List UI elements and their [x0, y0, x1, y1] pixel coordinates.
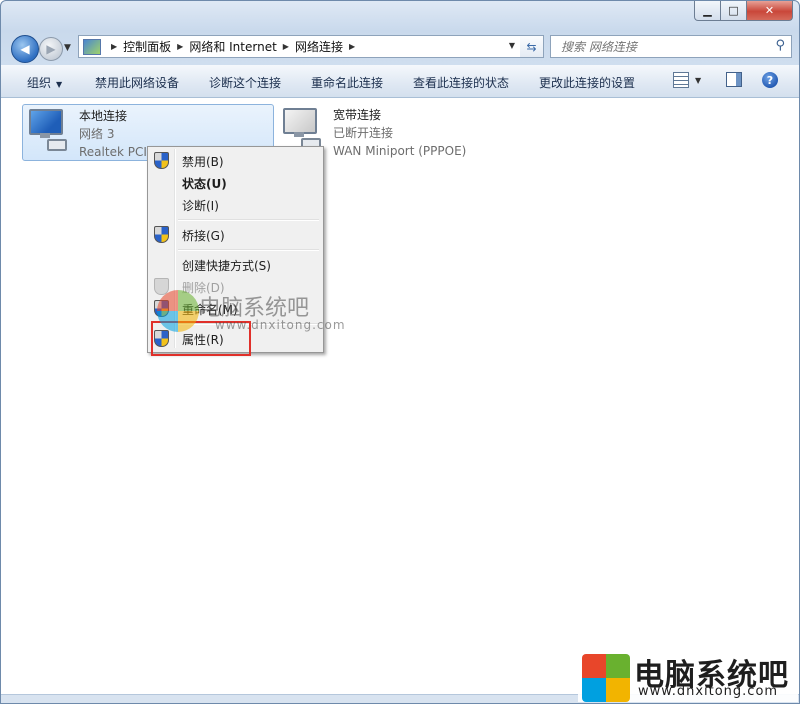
- windows-logo-icon: [582, 654, 630, 702]
- connections-list: 本地连接 网络 3 Realtek PCIe GBE Family C 宽带连接…: [1, 98, 799, 694]
- menu-item-create-shortcut[interactable]: 创建快捷方式(S): [148, 253, 323, 275]
- search-input[interactable]: [559, 38, 763, 55]
- breadcrumb-separator-icon[interactable]: ▶: [283, 42, 289, 51]
- back-arrow-icon: ◀: [20, 42, 30, 56]
- menu-item-label: 状态(U): [182, 177, 227, 191]
- network-adapter-disconnected-icon: [277, 104, 325, 152]
- connection-adapter: WAN Miniport (PPPOE): [333, 144, 467, 158]
- connection-name: 宽带连接: [333, 108, 382, 122]
- breadcrumb-separator-icon[interactable]: ▶: [111, 42, 117, 51]
- back-button[interactable]: ◀: [11, 35, 39, 63]
- search-icon[interactable]: ⚲: [775, 38, 785, 53]
- history-dropdown-icon[interactable]: ▼: [64, 43, 71, 53]
- navigation-bar: ◀ ▶ ▼ ▶ 控制面板 ▶ 网络和 Internet ▶ 网络连接 ▶ ▼ ⇆…: [1, 31, 799, 65]
- chevron-down-icon: ▼: [56, 80, 63, 89]
- breadcrumb-network-internet[interactable]: 网络和 Internet: [189, 38, 276, 55]
- uac-shield-icon: [154, 152, 169, 169]
- menu-separator: [178, 219, 319, 221]
- view-options-icon[interactable]: [673, 72, 689, 88]
- breadcrumb-control-panel[interactable]: 控制面板: [123, 38, 171, 55]
- forward-arrow-icon: ▶: [46, 42, 56, 56]
- breadcrumb-separator-icon[interactable]: ▶: [177, 42, 183, 51]
- breadcrumb-separator-icon[interactable]: ▶: [349, 42, 355, 51]
- preview-pane-icon[interactable]: [726, 72, 742, 87]
- watermark-center: 电脑系统吧 www.dnxitong.com: [157, 288, 357, 338]
- close-button[interactable]: ✕: [747, 1, 793, 21]
- menu-item-bridge[interactable]: 桥接(G): [148, 223, 323, 245]
- disable-device-button[interactable]: 禁用此网络设备: [95, 74, 179, 91]
- menu-separator: [178, 249, 319, 251]
- search-box[interactable]: ⚲: [550, 35, 792, 58]
- change-settings-button[interactable]: 更改此连接的设置: [539, 74, 635, 91]
- help-icon[interactable]: ?: [762, 72, 778, 88]
- menu-item-label: 诊断(I): [182, 199, 219, 213]
- maximize-button[interactable]: □: [721, 1, 747, 21]
- organize-button[interactable]: 组织 ▼: [27, 74, 62, 91]
- diagnose-connection-button[interactable]: 诊断这个连接: [209, 74, 281, 91]
- chevron-down-icon[interactable]: ▼: [695, 76, 701, 85]
- menu-item-disable[interactable]: 禁用(B): [148, 149, 323, 171]
- menu-item-status[interactable]: 状态(U): [148, 171, 323, 193]
- minimize-button[interactable]: ▁: [694, 1, 721, 21]
- forward-button[interactable]: ▶: [39, 37, 63, 61]
- control-panel-icon: [83, 38, 101, 55]
- network-adapter-connected-icon: [23, 105, 71, 153]
- network-connections-window: ▁ □ ✕ ◀ ▶ ▼ ▶ 控制面板 ▶ 网络和 Internet ▶ 网络连接…: [0, 0, 800, 704]
- connection-status: 已断开连接: [333, 126, 394, 140]
- watermark-url: www.dnxitong.com: [215, 318, 346, 332]
- menu-item-label: 桥接(G): [182, 229, 225, 243]
- breadcrumb-network-connections[interactable]: 网络连接: [295, 38, 343, 55]
- organize-label: 组织: [27, 76, 52, 90]
- command-toolbar: 组织 ▼ 禁用此网络设备 诊断这个连接 重命名此连接 查看此连接的状态 更改此连接…: [1, 65, 799, 98]
- address-dropdown-icon[interactable]: ▼: [509, 41, 515, 50]
- connection-network: 网络 3: [79, 127, 115, 141]
- title-bar: ▁ □ ✕: [1, 1, 799, 31]
- menu-item-label: 创建快捷方式(S): [182, 259, 271, 273]
- menu-item-diagnose[interactable]: 诊断(I): [148, 193, 323, 215]
- caption-buttons: ▁ □ ✕: [694, 1, 793, 21]
- connection-name: 本地连接: [79, 109, 128, 123]
- watermark-url: www.dnxitong.com: [638, 684, 779, 699]
- uac-shield-icon: [154, 226, 169, 243]
- rename-connection-button[interactable]: 重命名此连接: [311, 74, 383, 91]
- refresh-icon: ⇆: [526, 39, 537, 54]
- watermark-corner: 电脑系统吧 www.dnxitong.com: [578, 648, 798, 702]
- address-bar[interactable]: ▶ 控制面板 ▶ 网络和 Internet ▶ 网络连接 ▶ ▼: [78, 35, 522, 58]
- windows-logo-icon: [157, 290, 199, 332]
- menu-item-label: 禁用(B): [182, 155, 224, 169]
- view-status-button[interactable]: 查看此连接的状态: [413, 74, 509, 91]
- refresh-button[interactable]: ⇆: [520, 35, 544, 58]
